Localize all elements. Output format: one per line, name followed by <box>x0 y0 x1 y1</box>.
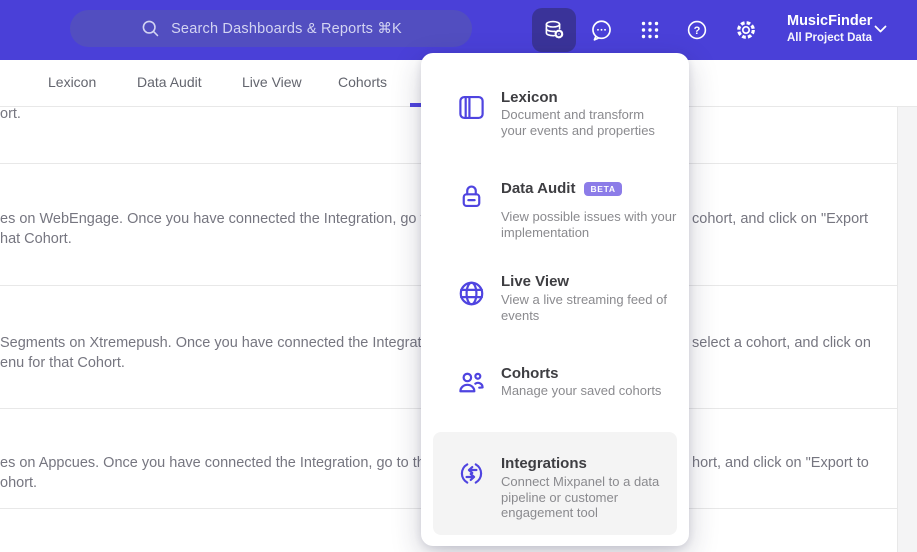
menu-item-desc: Manage your saved cohorts <box>501 383 662 398</box>
navigation-dropdown: Lexicon Document and transform your even… <box>421 53 689 546</box>
help-icon: ? <box>685 18 709 42</box>
menu-item-title: Integrations <box>501 455 587 472</box>
row-text: cohort, and click on "Export <box>692 211 869 227</box>
search-icon <box>140 18 161 39</box>
grid-icon <box>638 18 662 42</box>
apps-grid-button[interactable] <box>628 8 672 52</box>
project-subtitle: All Project Data <box>787 32 872 44</box>
tab-live-view[interactable]: Live View <box>242 74 302 90</box>
tab-cohorts[interactable]: Cohorts <box>338 74 387 90</box>
people-icon <box>455 366 487 398</box>
menu-item-live-view[interactable]: Live View View a live streaming feed of … <box>421 267 689 357</box>
search-placeholder: Search Dashboards & Reports ⌘K <box>171 20 402 37</box>
svg-text:?: ? <box>694 25 701 37</box>
menu-item-title: Cohorts <box>501 365 559 382</box>
row-text: hort, and click on "Export to <box>692 455 869 471</box>
menu-item-title-text: Data Audit <box>501 180 576 197</box>
gear-icon <box>734 18 758 42</box>
row-text: ohort. <box>0 475 38 491</box>
tab-lexicon[interactable]: Lexicon <box>48 74 96 90</box>
row-text: enu for that Cohort. <box>0 355 125 371</box>
menu-item-cohorts[interactable]: Cohorts Manage your saved cohorts <box>421 359 689 424</box>
data-management-button[interactable] <box>532 8 576 52</box>
menu-item-desc: Document and transform your events and p… <box>501 107 655 138</box>
globe-icon <box>455 277 487 309</box>
menu-item-title: Live View <box>501 273 570 290</box>
menu-item-desc: Connect Mixpanel to a data pipeline or c… <box>501 474 660 520</box>
help-button[interactable]: ? <box>675 8 719 52</box>
search-input[interactable]: Search Dashboards & Reports ⌘K <box>70 10 472 47</box>
sync-arrows-icon <box>455 457 487 489</box>
menu-item-integrations[interactable]: Integrations Connect Mixpanel to a data … <box>421 449 689 552</box>
data-management-icon <box>542 18 566 42</box>
chat-bubble-icon <box>589 18 614 43</box>
chevron-down-icon[interactable] <box>874 25 887 34</box>
data-audit-icon <box>455 180 487 212</box>
messages-button[interactable] <box>579 8 623 52</box>
project-name: MusicFinder <box>787 13 873 29</box>
menu-item-lexicon[interactable]: Lexicon Document and transform your even… <box>421 83 689 168</box>
page-gutter <box>897 107 917 552</box>
lexicon-book-icon <box>455 91 487 123</box>
top-bar: Search Dashboards & Reports ⌘K ? MusicFi… <box>0 0 917 60</box>
app-window: ort. es on WebEngage. Once you have conn… <box>0 0 917 552</box>
menu-item-desc: View a live streaming feed of events <box>501 292 667 323</box>
row-text: hat Cohort. <box>0 231 72 247</box>
row-text: es on WebEngage. Once you have connected… <box>0 211 430 227</box>
menu-item-title: Data Audit BETA <box>501 181 622 197</box>
menu-item-desc: View possible issues with your implement… <box>501 209 677 240</box>
beta-badge: BETA <box>584 182 622 196</box>
menu-item-data-audit[interactable]: Data Audit BETA View possible issues wit… <box>421 173 689 263</box>
settings-button[interactable] <box>724 8 768 52</box>
project-switcher[interactable]: MusicFinder All Project Data <box>787 12 872 45</box>
clipped-text: ort. <box>0 106 21 122</box>
row-text: Segments on Xtremepush. Once you have co… <box>0 335 430 351</box>
menu-item-title: Lexicon <box>501 89 558 106</box>
row-text: select a cohort, and click on <box>692 335 871 351</box>
tab-data-audit[interactable]: Data Audit <box>137 74 202 90</box>
row-text: es on Appcues. Once you have connected t… <box>0 455 430 471</box>
